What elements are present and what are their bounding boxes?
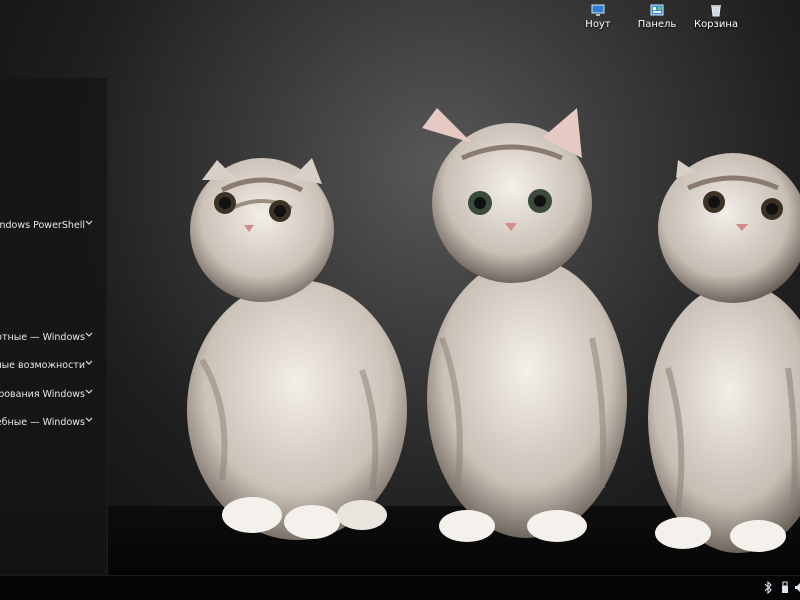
- start-menu-item-accessories[interactable]: Стандартные — Windows: [0, 326, 107, 350]
- recycle-bin-icon: [711, 5, 721, 17]
- chevron-down-icon: [85, 220, 93, 225]
- speaker-icon[interactable]: [795, 581, 800, 594]
- kitten-image-3: [648, 148, 800, 558]
- start-menu-item-powershell[interactable]: Windows PowerShell: [0, 214, 107, 238]
- kitten-image-1: [162, 150, 432, 555]
- start-menu-item-label: Служебные — Windows: [0, 417, 85, 428]
- desktop-icon-label: Корзина: [693, 19, 739, 30]
- start-menu-item-label: Средства администрирования Windows: [0, 389, 85, 400]
- chevron-down-icon: [85, 417, 93, 422]
- kitten-image-2: [412, 108, 652, 558]
- start-menu-app-list: Windows PowerShell Стандартные — Windows…: [0, 78, 108, 576]
- chevron-down-icon: [85, 332, 93, 337]
- desktop-icon-control-panel[interactable]: Панель: [627, 4, 687, 31]
- desktop-icon-label: Панель: [637, 19, 677, 30]
- start-menu-item-admin-tools[interactable]: Средства администрирования Windows: [0, 383, 107, 407]
- desktop-icon-recycle-bin[interactable]: Корзина: [686, 4, 746, 31]
- desktop-wallpaper: Ноут Панель Корзина Windows PowerShell С…: [0, 0, 800, 600]
- chevron-down-icon: [85, 360, 93, 365]
- start-menu-item-label: Специальные возможности: [0, 360, 85, 371]
- start-menu-item-accessibility[interactable]: Специальные возможности: [0, 354, 107, 378]
- start-menu-item-label: Стандартные — Windows: [0, 332, 85, 343]
- bluetooth-icon[interactable]: [764, 581, 772, 594]
- start-menu-item-system-tools[interactable]: Служебные — Windows: [0, 411, 107, 435]
- desktop-icon-label: Ноут: [585, 19, 611, 30]
- control-panel-icon: [650, 4, 664, 16]
- computer-icon: [591, 4, 605, 16]
- usb-device-icon[interactable]: [781, 581, 789, 594]
- chevron-down-icon: [85, 389, 93, 394]
- taskbar: [0, 575, 800, 600]
- desktop-icon-computer[interactable]: Ноут: [568, 4, 628, 31]
- start-menu-item-label: Windows PowerShell: [0, 220, 85, 231]
